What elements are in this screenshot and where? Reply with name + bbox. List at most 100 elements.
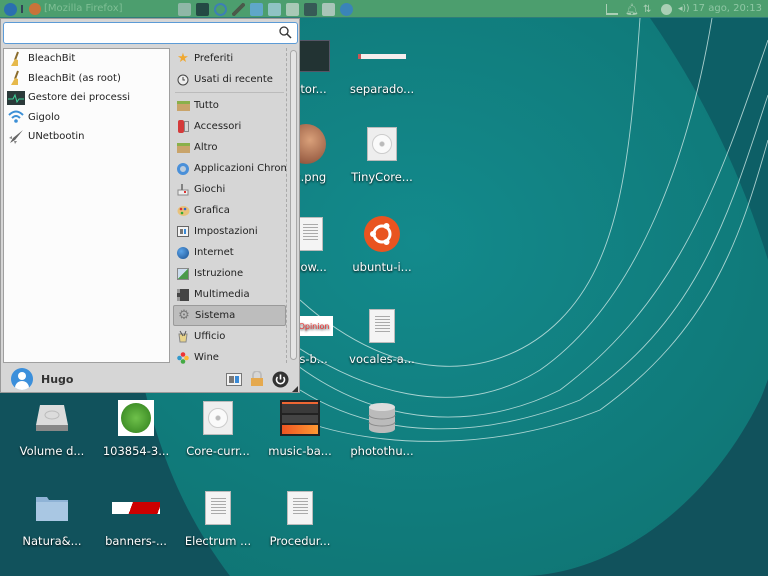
category-label: Sistema [195, 310, 236, 321]
app-item-bleachbit-root[interactable]: BleachBit (as root) [4, 69, 169, 89]
category-internet[interactable]: Internet [173, 242, 286, 263]
resize-grip[interactable] [292, 386, 298, 392]
xfce-mouse-icon [3, 2, 17, 16]
desktop-icon[interactable]: Procedur... [258, 488, 342, 548]
category-favorites[interactable]: ★ Preferiti [173, 48, 286, 69]
desktop-icon[interactable]: Volume d... [10, 398, 94, 458]
desktop-icon[interactable]: separado... [340, 36, 424, 96]
category-label: Ufficio [194, 331, 226, 342]
app-item-task-manager[interactable]: Gestore dei processi [4, 88, 169, 108]
desktop-icon[interactable]: Natura&... [10, 488, 94, 548]
desktop-icon[interactable]: 103854-3... [94, 398, 178, 458]
category-label: Wine [194, 352, 219, 363]
clock-icon [176, 73, 190, 87]
category-all[interactable]: Tutto [173, 95, 286, 116]
desktop-icon-label: Core-curr... [186, 444, 250, 458]
volume-icon: ◂)) [678, 4, 690, 14]
launcher-window-a[interactable] [250, 2, 263, 16]
category-office[interactable]: Ufficio [173, 326, 286, 347]
columns-icon [268, 2, 281, 16]
brush-icon [232, 2, 245, 16]
desktop-icon[interactable]: TinyCore... [340, 124, 424, 184]
launcher-window-b[interactable] [268, 2, 281, 16]
calculator-icon [304, 2, 317, 16]
username: Hugo [41, 372, 74, 386]
film-icon [176, 288, 190, 302]
category-education[interactable]: Istruzione [173, 263, 286, 284]
desktop-icon-label: vocales-a... [349, 352, 415, 366]
text-editor-icon [178, 2, 191, 16]
app-label: Gigolo [28, 111, 60, 123]
settings-manager-button[interactable] [225, 371, 243, 387]
launcher-thunderbird[interactable] [340, 2, 353, 16]
folder-icon [36, 497, 68, 521]
desktop-icon-label: music-ba... [268, 444, 332, 458]
launcher-notes[interactable] [286, 2, 299, 16]
desktop-icon[interactable]: vocales-a... [340, 306, 424, 366]
category-graphics[interactable]: Grafica [173, 200, 286, 221]
active-window-title[interactable]: [Mozilla Firefox] [44, 2, 123, 16]
app-label: BleachBit [28, 53, 76, 65]
desktop-icon-label: ubuntu-i... [352, 260, 412, 274]
category-multimedia[interactable]: Multimedia [173, 284, 286, 305]
chromium-icon [176, 162, 190, 176]
category-accessories[interactable]: Accessori [173, 116, 286, 137]
broom-icon [7, 70, 25, 86]
desktop-icon[interactable]: Core-curr... [176, 398, 260, 458]
category-system[interactable]: ⚙ Sistema [173, 305, 286, 326]
tray-volume[interactable]: ◂)) [678, 2, 690, 16]
user-info: Hugo [11, 368, 73, 390]
desktop-icon-label: Procedur... [269, 534, 331, 548]
wifi-icon [7, 109, 25, 125]
launcher-terminal[interactable] [196, 2, 209, 16]
star-icon: ★ [177, 51, 189, 66]
launcher-app-switch[interactable] [214, 2, 227, 16]
category-scrollbar[interactable] [290, 50, 297, 360]
category-settings[interactable]: Impostazioni [173, 221, 286, 242]
process-monitor-icon [7, 90, 25, 106]
lock-screen-button[interactable] [248, 371, 266, 387]
launcher-text-editor[interactable] [178, 2, 191, 16]
clock[interactable]: 17 ago, 20:13 [692, 2, 762, 16]
launcher-search-files[interactable] [322, 2, 335, 16]
drive-icon [36, 405, 68, 431]
box-icon [176, 99, 190, 113]
search-box[interactable] [3, 22, 298, 44]
tray-notifications[interactable]: 🔔︎ [625, 2, 639, 16]
desktop-icon[interactable]: banners-... [94, 488, 178, 548]
category-label: Altro [194, 142, 218, 153]
education-icon [176, 267, 190, 281]
log-out-button[interactable] [271, 371, 289, 387]
app-item-bleachbit[interactable]: BleachBit [4, 49, 169, 69]
app-item-gigolo[interactable]: Gigolo [4, 108, 169, 128]
firefox-task-button[interactable] [28, 2, 42, 16]
category-recent[interactable]: Usati di recente [173, 69, 286, 90]
shuttle-icon [7, 129, 25, 145]
document-icon [369, 309, 395, 343]
desktop-icon[interactable]: ubuntu-i... [340, 214, 424, 274]
search-input[interactable] [8, 26, 278, 40]
palette-icon [176, 204, 190, 218]
document-icon [205, 491, 231, 525]
avatar [11, 368, 33, 390]
desktop-icon[interactable]: Electrum ... [176, 488, 260, 548]
app-item-unetbootin[interactable]: UNetbootin [4, 127, 169, 147]
tray-network[interactable]: ⇅ [643, 2, 651, 16]
category-label: Usati di recente [194, 74, 273, 85]
whisker-menu: BleachBit BleachBit (as root) Gestore de… [0, 18, 300, 393]
tray-power[interactable] [661, 2, 672, 16]
box-icon [176, 141, 190, 155]
window-icon [250, 2, 263, 16]
applications-menu-button[interactable] [3, 2, 17, 16]
launcher-paint[interactable] [232, 2, 245, 16]
category-games[interactable]: Giochi [173, 179, 286, 200]
category-other[interactable]: Altro [173, 137, 286, 158]
desktop-icon-label: 103854-3... [102, 444, 170, 458]
launcher-calculator[interactable] [304, 2, 317, 16]
category-chromium-apps[interactable]: Applicazioni Chromium [173, 158, 286, 179]
document-icon [287, 491, 313, 525]
category-label: Impostazioni [194, 226, 258, 237]
desktop-icon[interactable]: music-ba... [258, 398, 342, 458]
desktop-icon[interactable]: photothu... [340, 398, 424, 458]
tray-notes[interactable] [606, 2, 618, 16]
